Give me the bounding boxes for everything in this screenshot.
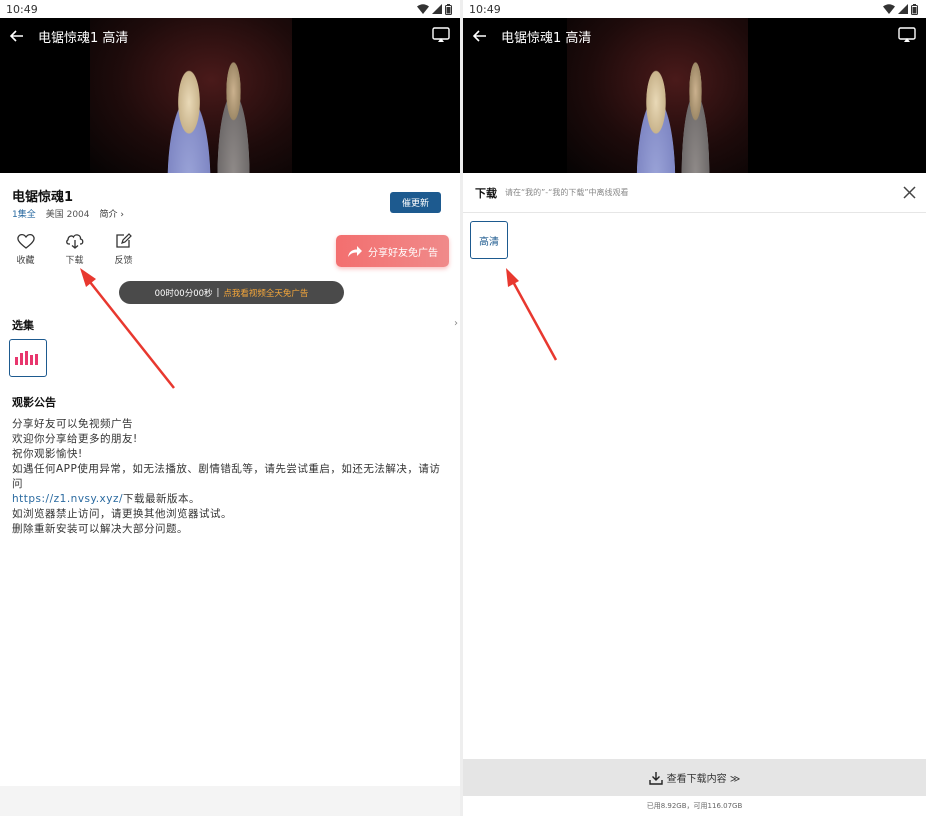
feedback-label: 反馈 — [114, 256, 133, 266]
back-arrow-icon[interactable] — [10, 30, 24, 42]
episodes-count: 1集全 — [12, 210, 36, 220]
view-downloads-label: 查看下载内容 ≫ — [666, 774, 741, 785]
episode-item[interactable] — [9, 339, 47, 377]
ad-free-timer[interactable]: 00时00分00秒 | 点我看视频全天免广告 — [119, 281, 344, 304]
wifi-icon — [417, 4, 429, 14]
back-arrow-icon[interactable] — [473, 30, 487, 42]
notice-link-line: https://z1.nvsy.xyz/下载最新版本。 — [12, 492, 442, 507]
region-year: 美国 2004 — [45, 210, 90, 220]
notice-line: 祝你观影愉快! — [12, 448, 83, 460]
favorite-label: 收藏 — [16, 256, 35, 266]
timer-separator: | — [216, 287, 220, 298]
share-arrow-icon — [348, 245, 362, 257]
notice-line: 如浏览器禁止访问，请更换其他浏览器试试。 — [12, 508, 232, 520]
bottom-bar — [0, 786, 460, 816]
cast-icon[interactable] — [898, 27, 916, 43]
movie-details: 电锯惊魂1 1集全 美国 2004 简介 › 催更新 收藏 下载 反馈 分享好友… — [0, 173, 460, 786]
status-time: 10:49 — [6, 2, 38, 16]
video-player[interactable]: 电锯惊魂1 高清 — [463, 18, 926, 173]
status-time: 10:49 — [469, 2, 501, 16]
playing-bars-icon — [15, 351, 38, 365]
video-top-bar: 电锯惊魂1 高清 — [0, 18, 460, 54]
notice-line: 删除重新安装可以解决大部分问题。 — [12, 523, 188, 535]
left-screen: 10:49 电锯惊魂1 高清 电锯惊魂1 1集全 美国 2004 简介 › 催更… — [0, 0, 460, 816]
wifi-icon — [883, 4, 895, 14]
action-row: 收藏 下载 反馈 — [8, 233, 141, 266]
notice-line: 分享好友可以免视频广告 — [12, 418, 133, 430]
notice-line: 欢迎你分享给更多的朋友! — [12, 433, 138, 445]
cast-icon[interactable] — [432, 27, 450, 43]
heart-icon — [16, 233, 35, 249]
signal-icon — [898, 4, 908, 14]
notice-line: 如遇任何APP使用异常，如无法播放、剧情错乱等，请先尝试重启，如还无法解决，请访… — [12, 463, 441, 490]
notice-body: 分享好友可以免视频广告 欢迎你分享给更多的朋友! 祝你观影愉快! 如遇任何APP… — [12, 417, 442, 537]
status-icons — [883, 3, 918, 15]
battery-icon — [445, 3, 452, 15]
download-sheet-hint: 请在“我的”-“我的下载”中离线观看 — [505, 188, 629, 197]
close-icon[interactable] — [903, 186, 916, 199]
feedback-edit-icon — [116, 233, 132, 248]
status-bar: 10:49 — [0, 0, 460, 18]
watch-ad-promo[interactable]: 点我看视频全天免广告 — [223, 287, 308, 299]
download-sheet-title: 下载 — [475, 186, 497, 200]
feedback-button[interactable]: 反馈 — [106, 233, 141, 266]
episodes-more-chevron-icon[interactable]: › — [454, 318, 458, 329]
share-label: 分享好友免广告 — [368, 247, 438, 259]
status-bar: 10:49 — [463, 0, 926, 18]
movie-meta: 1集全 美国 2004 简介 › — [12, 207, 124, 220]
favorite-button[interactable]: 收藏 — [8, 233, 43, 266]
video-top-bar: 电锯惊魂1 高清 — [463, 18, 926, 54]
intro-link[interactable]: 简介 › — [100, 207, 124, 220]
signal-icon — [432, 4, 442, 14]
download-label: 下载 — [65, 256, 84, 266]
video-title: 电锯惊魂1 高清 — [501, 30, 592, 46]
quality-option-hd[interactable]: 高清 — [470, 221, 508, 259]
share-friends-button[interactable]: 分享好友免广告 — [336, 235, 449, 267]
view-downloads-button[interactable]: 查看下载内容 ≫ — [463, 759, 926, 796]
episodes-section-title: 选集 — [12, 319, 34, 332]
timer-value: 00时00分00秒 — [154, 288, 213, 299]
status-icons — [417, 3, 452, 15]
notice-link-suffix: 下载最新版本。 — [123, 493, 201, 505]
download-site-link[interactable]: https://z1.nvsy.xyz/ — [12, 493, 123, 505]
battery-icon — [911, 3, 918, 15]
request-update-button[interactable]: 催更新 — [390, 192, 441, 213]
download-sheet-header: 下载 请在“我的”-“我的下载”中离线观看 — [463, 173, 926, 213]
movie-title: 电锯惊魂1 — [12, 190, 74, 205]
notice-title: 观影公告 — [12, 396, 56, 409]
video-player[interactable]: 电锯惊魂1 高清 — [0, 18, 460, 173]
download-cloud-icon — [65, 234, 83, 249]
video-title: 电锯惊魂1 高清 — [38, 30, 129, 46]
storage-usage: 已用8.92GB，可用116.07GB — [646, 802, 743, 810]
download-button[interactable]: 下载 — [57, 233, 92, 266]
download-tray-icon — [648, 771, 663, 785]
right-screen: 10:49 电锯惊魂1 高清 下载 请在“我的”-“我的下载”中离线观看 高清 … — [463, 0, 926, 816]
